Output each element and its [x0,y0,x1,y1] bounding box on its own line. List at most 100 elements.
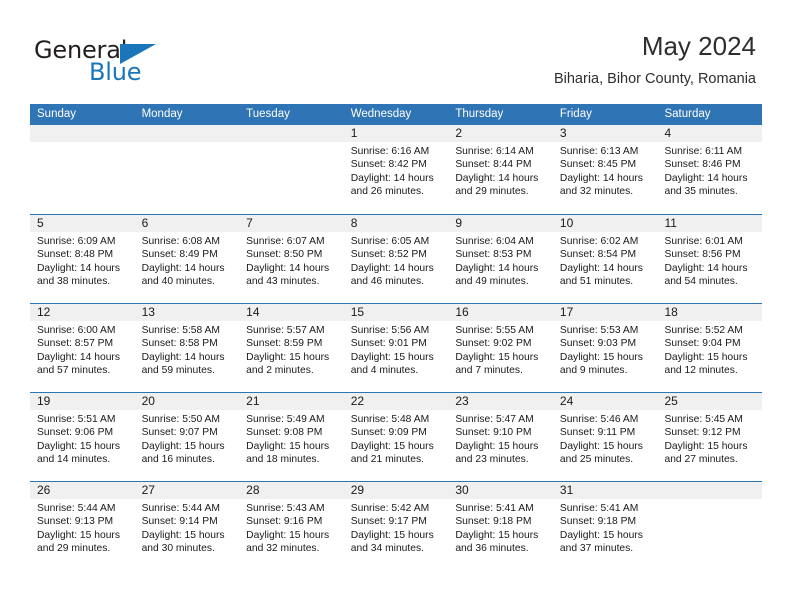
calendar-day-cell[interactable]: 25 Sunrise: 5:45 AM Sunset: 9:12 PM Dayligh… [657,393,763,481]
day-number: 1 [343,125,449,142]
day-number: 22 [343,393,449,410]
calendar-day-cell[interactable]: 7 Sunrise: 6:07 AM Sunset: 8:50 PM Daylight… [239,215,344,303]
calendar-day-cell[interactable]: 5 Sunrise: 6:09 AM Sunset: 8:48 PM Daylight… [30,215,135,303]
calendar-day-cell[interactable]: 20 Sunrise: 5:50 AM Sunset: 9:07 PM Dayligh… [134,393,240,481]
calendar-day-cell[interactable]: 18 Sunrise: 5:52 AM Sunset: 9:04 PM Dayligh… [657,304,763,392]
calendar-day-cell[interactable]: 29 Sunrise: 5:42 AM Sunset: 9:17 PM Dayligh… [343,482,449,570]
calendar-day-cell[interactable]: 30 Sunrise: 5:41 AM Sunset: 9:18 PM Dayligh… [448,482,553,570]
daylight-text-line2: and 34 minutes. [350,543,425,555]
sunrise-text: Sunrise: 6:11 AM [664,146,743,157]
calendar-day-cell[interactable]: 4 Sunrise: 6:11 AM Sunset: 8:46 PM Daylight… [657,125,763,214]
day-sun-info: Sunrise: 6:09 AM Sunset: 8:48 PM Daylight:… [30,232,135,289]
daylight-text-line2: and 38 minutes. [37,276,111,288]
sunset-text: Sunset: 8:48 PM [37,249,114,261]
sunrise-text: Sunrise: 5:49 AM [246,414,325,425]
sunset-text: Sunset: 9:11 PM [559,427,636,439]
day-number: 7 [239,215,344,232]
calendar-day-cell[interactable]: 19 Sunrise: 5:51 AM Sunset: 9:06 PM Dayligh… [30,393,135,481]
day-number: 30 [448,482,553,499]
page-subtitle: Biharia, Bihor County, Romania [553,70,756,87]
logo-text-blue: Blue [89,58,142,86]
daylight-text-line2: and 37 minutes. [559,543,634,555]
sunset-text: Sunset: 8:59 PM [246,338,323,350]
calendar-day-cell[interactable]: 6 Sunrise: 6:08 AM Sunset: 8:49 PM Daylight… [134,215,240,303]
sunrise-text: Sunrise: 6:16 AM [350,146,430,157]
sunset-text: Sunset: 9:18 PM [455,516,532,528]
sunrise-text: Sunrise: 5:42 AM [350,503,430,514]
day-number: 21 [239,393,344,410]
calendar-day-cell[interactable]: 31 Sunrise: 5:41 AM Sunset: 9:18 PM Dayligh… [552,482,658,570]
day-sun-info: Sunrise: 5:53 AM Sunset: 9:03 PM Daylight:… [553,321,658,378]
sunset-text: Sunset: 8:50 PM [246,249,323,261]
day-sun-info: Sunrise: 5:50 AM Sunset: 9:07 PM Daylight:… [135,410,240,467]
day-sun-info: Sunrise: 6:00 AM Sunset: 8:57 PM Daylight:… [30,321,135,378]
day-sun-info: Sunrise: 5:58 AM Sunset: 8:58 PM Daylight:… [135,321,240,378]
daylight-text-line2: and 29 minutes. [455,186,529,198]
calendar-day-cell[interactable]: 26 Sunrise: 5:44 AM Sunset: 9:13 PM Dayligh… [30,482,135,570]
calendar-day-cell[interactable]: 24 Sunrise: 5:46 AM Sunset: 9:11 PM Dayligh… [552,393,658,481]
daylight-text-line1: Daylight: 15 hours [559,440,643,452]
sunset-text: Sunset: 8:46 PM [664,159,741,171]
daylight-text-line1: Daylight: 14 hours [559,262,643,274]
weekday-header-saturday: Saturday [664,108,711,120]
logo-general-blue[interactable]: General Blue [34,36,234,88]
calendar-day-cell[interactable]: 12 Sunrise: 6:00 AM Sunset: 8:57 PM Dayligh… [30,304,135,392]
day-sun-info: Sunrise: 5:48 AM Sunset: 9:09 PM Daylight:… [344,410,449,467]
sunset-text: Sunset: 9:12 PM [664,427,741,439]
calendar-day-cell[interactable]: 28 Sunrise: 5:43 AM Sunset: 9:16 PM Dayligh… [239,482,344,570]
calendar-day-cell[interactable]: 1 Sunrise: 6:16 AM Sunset: 8:42 PM Daylight… [343,125,449,214]
day-number: 11 [657,215,763,232]
day-number: 25 [657,393,763,410]
sunrise-text: Sunrise: 5:56 AM [350,325,430,336]
daylight-text-line2: and 21 minutes. [350,454,425,466]
sunset-text: Sunset: 9:17 PM [350,516,427,528]
calendar-day-cell[interactable]: 14 Sunrise: 5:57 AM Sunset: 8:59 PM Dayligh… [239,304,344,392]
daylight-text-line2: and 35 minutes. [664,186,738,198]
day-number: 10 [552,215,658,232]
day-sun-info: Sunrise: 5:41 AM Sunset: 9:18 PM Daylight:… [553,499,658,556]
calendar-day-cell[interactable]: 3 Sunrise: 6:13 AM Sunset: 8:45 PM Daylight… [552,125,658,214]
sunrise-text: Sunrise: 5:58 AM [141,325,220,336]
calendar-week-row: 12 Sunrise: 6:00 AM Sunset: 8:57 PM Dayligh… [30,303,763,392]
daylight-text-line2: and 2 minutes. [246,365,314,377]
sunrise-text: Sunrise: 5:41 AM [455,503,534,514]
sunset-text: Sunset: 8:58 PM [141,338,218,350]
weekday-header-tuesday: Tuesday [246,108,290,120]
sunrise-text: Sunrise: 5:46 AM [559,414,639,425]
calendar-day-cell[interactable]: 23 Sunrise: 5:47 AM Sunset: 9:10 PM Dayligh… [448,393,553,481]
calendar-day-cell[interactable]: 10 Sunrise: 6:02 AM Sunset: 8:54 PM Dayligh… [552,215,658,303]
day-number [239,125,344,142]
day-sun-info: Sunrise: 5:44 AM Sunset: 9:13 PM Daylight:… [30,499,135,556]
calendar-day-cell[interactable]: 15 Sunrise: 5:56 AM Sunset: 9:01 PM Dayligh… [343,304,449,392]
calendar-day-cell[interactable]: 13 Sunrise: 5:58 AM Sunset: 8:58 PM Dayligh… [134,304,240,392]
sunrise-text: Sunrise: 5:45 AM [664,414,743,425]
day-number: 24 [552,393,658,410]
calendar-day-empty [657,482,763,570]
calendar-week-row: 1 Sunrise: 6:16 AM Sunset: 8:42 PM Daylight… [30,125,763,214]
day-number: 26 [30,482,135,499]
calendar-day-cell[interactable]: 2 Sunrise: 6:14 AM Sunset: 8:44 PM Daylight… [448,125,553,214]
sunset-text: Sunset: 9:08 PM [246,427,323,439]
day-number: 3 [552,125,658,142]
sunset-text: Sunset: 8:53 PM [455,249,532,261]
calendar-day-cell[interactable]: 21 Sunrise: 5:49 AM Sunset: 9:08 PM Dayligh… [239,393,344,481]
day-number: 2 [448,125,553,142]
daylight-text-line1: Daylight: 14 hours [455,262,539,274]
daylight-text-line1: Daylight: 15 hours [246,440,330,452]
day-sun-info: Sunrise: 5:49 AM Sunset: 9:08 PM Daylight:… [239,410,344,467]
daylight-text-line1: Daylight: 15 hours [559,351,643,363]
calendar-day-cell[interactable]: 8 Sunrise: 6:05 AM Sunset: 8:52 PM Daylight… [343,215,449,303]
sunset-text: Sunset: 9:06 PM [37,427,114,439]
calendar-day-cell[interactable]: 17 Sunrise: 5:53 AM Sunset: 9:03 PM Dayligh… [552,304,658,392]
daylight-text-line2: and 29 minutes. [37,543,111,555]
calendar-day-cell[interactable]: 27 Sunrise: 5:44 AM Sunset: 9:14 PM Dayligh… [134,482,240,570]
calendar-day-cell[interactable]: 11 Sunrise: 6:01 AM Sunset: 8:56 PM Dayligh… [657,215,763,303]
day-number [134,125,240,142]
sunrise-text: Sunrise: 5:57 AM [246,325,325,336]
day-sun-info: Sunrise: 5:57 AM Sunset: 8:59 PM Daylight:… [239,321,344,378]
calendar-day-cell[interactable]: 9 Sunrise: 6:04 AM Sunset: 8:53 PM Daylight… [448,215,553,303]
calendar-day-empty [239,125,344,214]
day-number: 15 [343,304,449,321]
calendar-day-cell[interactable]: 22 Sunrise: 5:48 AM Sunset: 9:09 PM Dayligh… [343,393,449,481]
calendar-day-cell[interactable]: 16 Sunrise: 5:55 AM Sunset: 9:02 PM Dayligh… [448,304,553,392]
